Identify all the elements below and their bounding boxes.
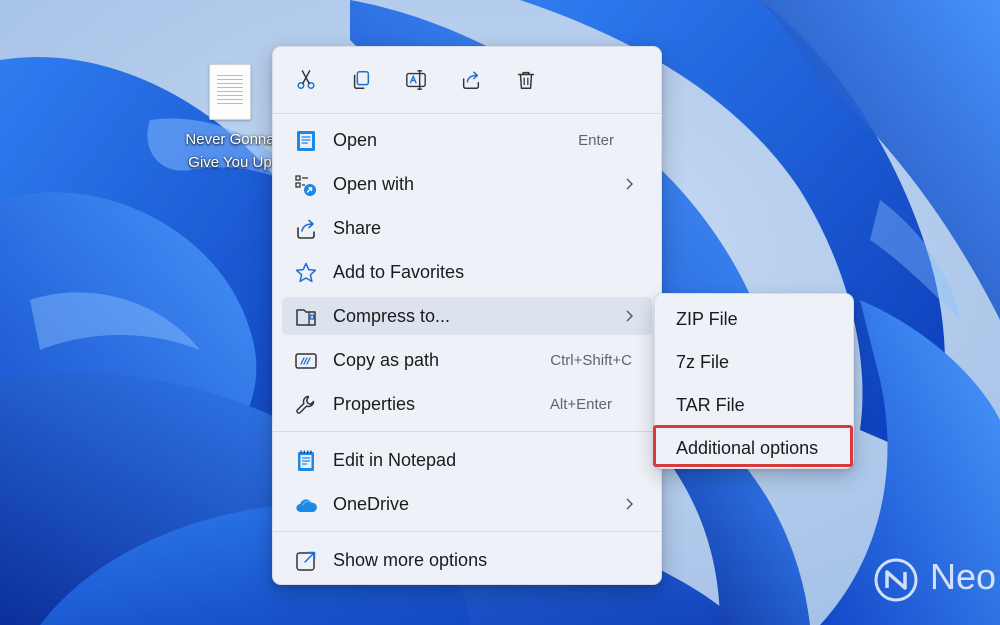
copy-button[interactable] <box>344 63 378 97</box>
menu-item-show-more-options[interactable]: Show more options <box>282 541 652 579</box>
neowin-logo-icon <box>874 558 918 602</box>
wrench-icon <box>296 395 315 414</box>
menu-item-label: Open <box>333 130 378 150</box>
cut-button[interactable] <box>289 63 323 97</box>
submenu-item-label: Additional options <box>676 438 819 458</box>
chevron-right-icon <box>626 498 633 510</box>
menu-item-onedrive[interactable]: OneDrive <box>282 485 652 523</box>
menu-item-label: Share <box>333 218 382 238</box>
copy-path-icon <box>295 353 317 369</box>
menu-item-label: Copy as path <box>333 350 440 370</box>
menu-divider <box>273 531 661 532</box>
menu-item-open-with[interactable]: Open with <box>282 165 652 203</box>
submenu-item-additional-options[interactable]: Additional options <box>653 425 853 468</box>
menu-item-shortcut: Ctrl+Shift+C <box>550 352 632 369</box>
notepad-icon <box>297 131 315 151</box>
share-icon <box>297 219 315 239</box>
menu-item-label: Open with <box>333 174 415 194</box>
text-file-icon <box>209 64 251 120</box>
scissors-icon <box>297 70 315 89</box>
menu-item-share[interactable]: Share <box>282 209 652 247</box>
trash-icon <box>517 71 535 89</box>
menu-item-copy-as-path[interactable]: Copy as path Ctrl+Shift+C <box>282 341 652 379</box>
copy-icon <box>353 71 370 89</box>
menu-item-label: Show more options <box>333 550 488 570</box>
menu-item-compress-to[interactable]: Compress to... <box>282 297 652 335</box>
watermark-text: Neo <box>930 556 997 597</box>
submenu-item-label: 7z File <box>676 352 730 372</box>
submenu-item-tar-file[interactable]: TAR File <box>655 385 853 425</box>
delete-button[interactable] <box>509 63 543 97</box>
share-button[interactable] <box>454 63 488 97</box>
notepad-icon <box>298 450 314 471</box>
submenu-item-label: ZIP File <box>676 309 738 329</box>
menu-item-open[interactable]: Open Enter <box>282 121 652 159</box>
menu-item-label: Add to Favorites <box>333 262 465 282</box>
menu-item-shortcut: Enter <box>578 132 614 149</box>
chevron-right-icon <box>626 178 633 190</box>
context-menu: Open Enter Open with Share Add to Favori… <box>272 46 662 585</box>
context-menu-toolbar <box>273 47 661 113</box>
menu-item-label: Properties <box>333 394 416 414</box>
menu-item-shortcut: Alt+Enter <box>549 396 612 413</box>
submenu-item-zip-file[interactable]: ZIP File <box>655 299 853 339</box>
rename-button[interactable] <box>399 63 433 97</box>
submenu-item-label: TAR File <box>676 395 745 415</box>
compress-submenu: ZIP File 7z File TAR File Additional opt… <box>653 293 854 469</box>
open-with-icon <box>295 175 316 196</box>
menu-item-label: OneDrive <box>333 494 410 514</box>
menu-item-label: Compress to... <box>333 306 451 326</box>
menu-divider <box>273 113 661 114</box>
menu-item-label: Edit in Notepad <box>333 450 457 470</box>
menu-item-properties[interactable]: Properties Alt+Enter <box>282 385 652 423</box>
star-icon <box>295 262 317 283</box>
neowin-watermark: Neo <box>872 556 1000 602</box>
rename-icon <box>406 70 426 90</box>
menu-item-edit-in-notepad[interactable]: Edit in Notepad <box>282 441 652 479</box>
chevron-right-icon <box>626 310 633 322</box>
external-link-icon <box>296 551 316 571</box>
menu-divider <box>273 431 661 432</box>
submenu-item-7z-file[interactable]: 7z File <box>655 342 853 382</box>
zip-folder-icon <box>296 309 316 326</box>
menu-item-add-to-favorites[interactable]: Add to Favorites <box>282 253 652 291</box>
onedrive-cloud-icon <box>296 499 317 513</box>
share-icon <box>462 71 480 89</box>
